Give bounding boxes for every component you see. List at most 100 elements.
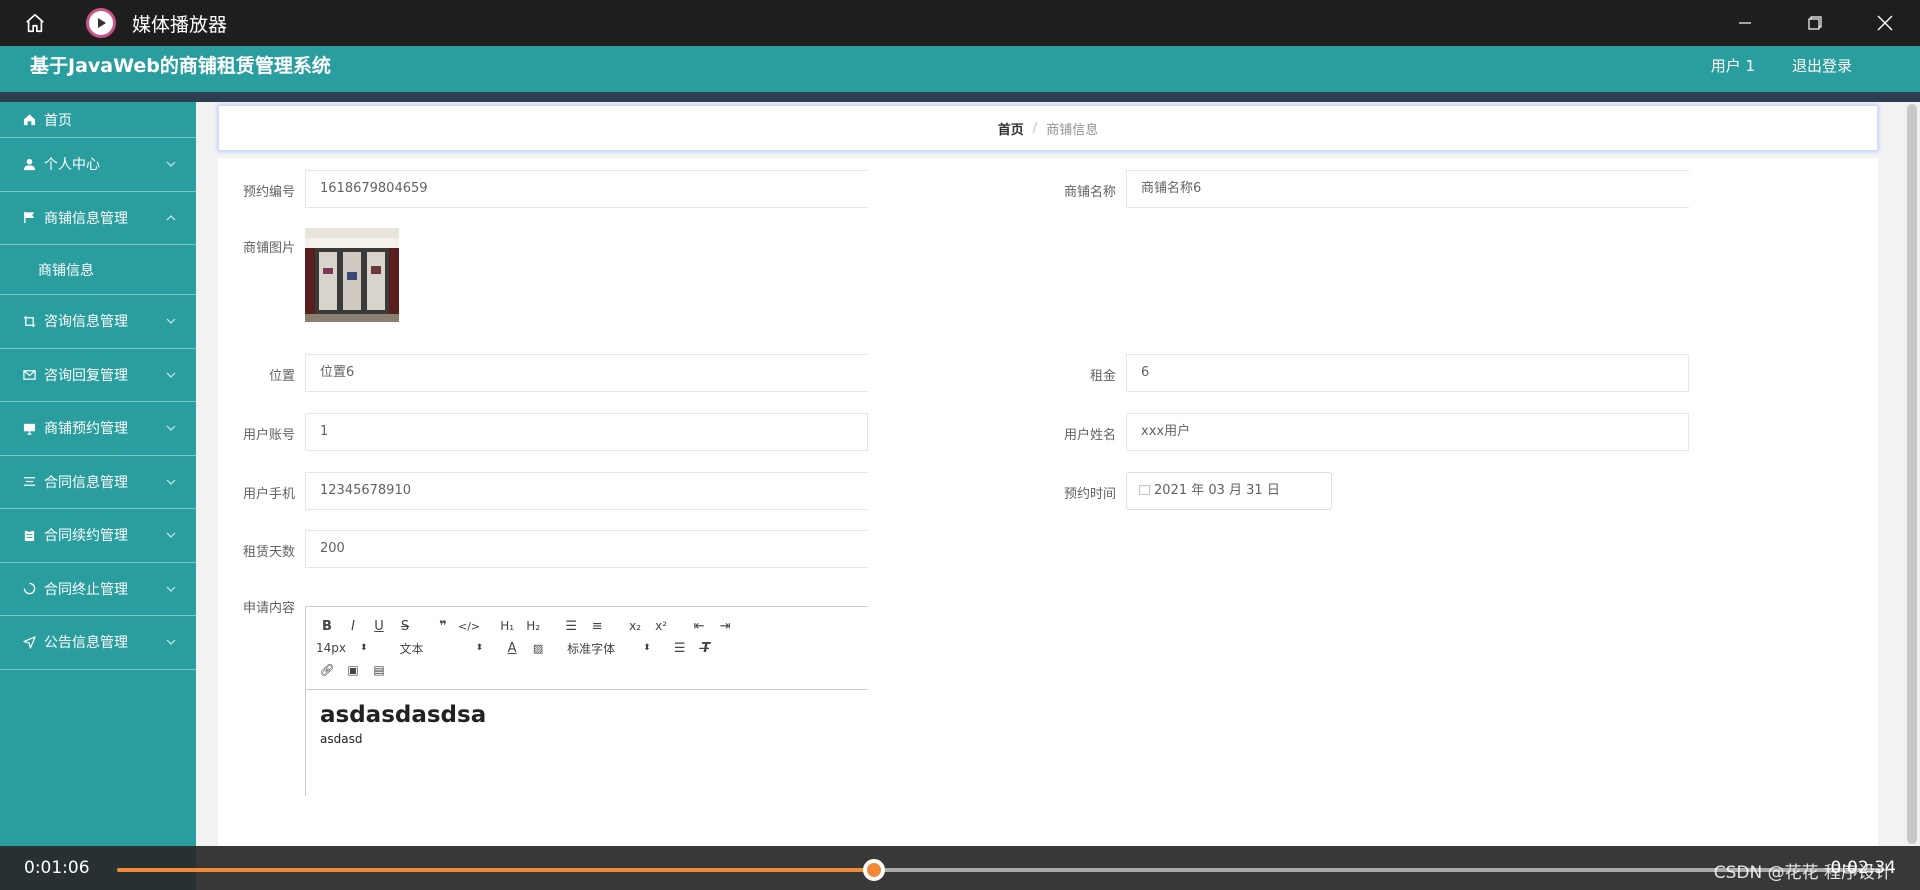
booking-no-field[interactable]: 1618679804659 bbox=[305, 170, 868, 208]
sidebar-subitem-shop-info[interactable]: 商铺信息 bbox=[0, 245, 196, 295]
rent-field[interactable]: 6 bbox=[1126, 354, 1689, 392]
bold-icon[interactable]: B bbox=[316, 619, 338, 634]
seek-bar[interactable] bbox=[117, 859, 1883, 881]
sidebar-item-home[interactable]: 首页 bbox=[0, 102, 196, 138]
heading2-icon[interactable]: H₂ bbox=[522, 619, 544, 633]
account-field[interactable]: 1 bbox=[305, 413, 868, 451]
playback-bar: 0:01:06 0:02:34 bbox=[0, 846, 1920, 890]
close-button[interactable] bbox=[1850, 0, 1920, 46]
list-icon bbox=[22, 475, 36, 489]
username-field[interactable]: xxx用户 bbox=[1126, 413, 1689, 451]
monitor-icon bbox=[22, 421, 36, 435]
shop-name-field[interactable]: 商铺名称6 bbox=[1126, 170, 1689, 208]
location-field[interactable]: 位置6 bbox=[305, 354, 868, 392]
breadcrumb-separator: / bbox=[1032, 120, 1038, 136]
outdent-icon[interactable]: ⇤ bbox=[688, 619, 710, 634]
user-icon bbox=[22, 157, 36, 171]
phone-field[interactable]: 12345678910 bbox=[305, 472, 868, 510]
home-button[interactable] bbox=[0, 0, 70, 46]
page-scrollbar[interactable] bbox=[1904, 102, 1920, 846]
code-icon[interactable]: </> bbox=[458, 620, 480, 633]
shop-image[interactable] bbox=[305, 228, 399, 322]
chevron-down-icon bbox=[166, 372, 176, 378]
paragraph-select[interactable]: 文本 ⬍ bbox=[400, 640, 484, 657]
subscript-icon[interactable]: x₂ bbox=[624, 619, 646, 633]
player-titlebar: 媒体播放器 bbox=[0, 0, 1920, 46]
window-controls bbox=[1710, 0, 1920, 46]
rich-text-editor: B I U S ❞ </> H₁ H₂ ☰ ≡ x₂ x² ⇤ ⇥ 14px ⬍ … bbox=[305, 606, 868, 796]
restore-button[interactable] bbox=[1780, 0, 1850, 46]
logout-link[interactable]: 退出登录 bbox=[1792, 46, 1852, 86]
sidebar-item-announcements[interactable]: 公告信息管理 bbox=[0, 616, 196, 670]
username-label: 用户姓名 bbox=[1063, 428, 1116, 443]
font-family-value: 标准字体 bbox=[567, 641, 616, 656]
superscript-icon[interactable]: x² bbox=[650, 619, 672, 633]
sidebar-item-shop-info[interactable]: 商铺信息管理 bbox=[0, 192, 196, 245]
font-family-select[interactable]: 标准字体 ⬍ bbox=[567, 640, 651, 657]
seek-handle[interactable] bbox=[862, 859, 885, 881]
minimize-button[interactable] bbox=[1710, 0, 1780, 46]
italic-icon[interactable]: I bbox=[342, 619, 364, 634]
minimize-icon bbox=[1739, 22, 1751, 24]
sidebar-item-label: 合同续约管理 bbox=[44, 528, 128, 545]
sidebar-item-contract-renewal[interactable]: 合同续约管理 bbox=[0, 509, 196, 563]
booking-no-label: 预约编号 bbox=[242, 185, 295, 200]
indent-icon[interactable]: ⇥ bbox=[714, 619, 736, 634]
strikethrough-icon[interactable]: S bbox=[394, 619, 416, 634]
player-logo-icon bbox=[86, 8, 116, 38]
booking-time-field[interactable]: 2021 年 03 月 31 日 bbox=[1126, 472, 1332, 510]
sidebar-item-contract-info[interactable]: 合同信息管理 bbox=[0, 456, 196, 509]
blockquote-icon[interactable]: ❞ bbox=[432, 619, 454, 634]
clear-format-icon[interactable]: T̶ bbox=[695, 641, 717, 656]
editor-body[interactable]: asdasdasdsa asdasd bbox=[306, 690, 868, 758]
chevron-down-icon bbox=[166, 425, 176, 432]
current-user: 用户 1 bbox=[1710, 57, 1755, 75]
video-icon[interactable]: ▤ bbox=[368, 663, 390, 677]
rental-days-field[interactable]: 200 bbox=[305, 530, 868, 568]
breadcrumb-home[interactable]: 首页 bbox=[998, 119, 1024, 138]
sidebar-item-consult-info[interactable]: 咨询信息管理 bbox=[0, 295, 196, 349]
restore-icon bbox=[1808, 16, 1822, 30]
sidebar-item-label: 商铺信息管理 bbox=[44, 210, 128, 227]
font-size-select[interactable]: 14px ⬍ bbox=[316, 641, 368, 655]
heading1-icon[interactable]: H₁ bbox=[496, 619, 518, 633]
home-icon bbox=[22, 113, 36, 127]
sidebar-item-label: 咨询回复管理 bbox=[44, 367, 128, 384]
chevron-down-icon bbox=[166, 639, 176, 646]
bullet-list-icon[interactable]: ≡ bbox=[586, 619, 608, 634]
breadcrumb: 首页 / 商铺信息 bbox=[218, 105, 1878, 151]
sidebar-item-consult-reply[interactable]: 咨询回复管理 bbox=[0, 349, 196, 402]
font-color-icon[interactable]: A bbox=[501, 641, 523, 656]
chevron-down-icon bbox=[166, 318, 176, 325]
sidebar-item-label: 合同终止管理 bbox=[44, 581, 128, 598]
font-size-value: 14px bbox=[316, 641, 346, 655]
editor-heading: asdasdasdsa bbox=[320, 702, 487, 728]
scroll-thumb[interactable] bbox=[1907, 104, 1917, 844]
image-icon[interactable]: ▣ bbox=[342, 663, 364, 677]
shop-name-label: 商铺名称 bbox=[1063, 185, 1116, 200]
ordered-list-icon[interactable]: ☰ bbox=[560, 619, 582, 634]
sidebar-item-contract-termination[interactable]: 合同终止管理 bbox=[0, 563, 196, 616]
editor-toolbar: B I U S ❞ </> H₁ H₂ ☰ ≡ x₂ x² ⇤ ⇥ 14px ⬍ … bbox=[306, 607, 868, 690]
application-content-label: 申请内容 bbox=[242, 601, 295, 616]
player-title: 媒体播放器 bbox=[132, 13, 228, 36]
seek-progress bbox=[117, 868, 874, 872]
link-icon[interactable]: 🔗︎ bbox=[316, 663, 338, 677]
background-color-icon[interactable]: ▨ bbox=[527, 642, 549, 655]
breadcrumb-current: 商铺信息 bbox=[1046, 122, 1099, 138]
chevron-down-icon bbox=[166, 532, 176, 539]
sidebar-item-label: 商铺预约管理 bbox=[44, 421, 128, 438]
sidebar-item-label: 咨询信息管理 bbox=[44, 314, 128, 331]
sidebar-item-shop-booking[interactable]: 商铺预约管理 bbox=[0, 402, 196, 456]
sidebar-item-label: 合同信息管理 bbox=[44, 474, 128, 491]
align-icon[interactable]: ☰ bbox=[669, 641, 691, 656]
underline-icon[interactable]: U bbox=[368, 619, 390, 634]
watermark: CSDN @花花 程序设计 bbox=[1713, 863, 1892, 883]
location-label: 位置 bbox=[268, 369, 295, 384]
calendar-icon bbox=[1139, 485, 1150, 495]
mail-icon bbox=[22, 368, 36, 382]
shop-image-label: 商铺图片 bbox=[242, 241, 295, 256]
media-player-window: 媒体播放器 基于JavaWeb的商铺租赁管理系统 用户 1 退出登录 首页 个人… bbox=[0, 0, 1920, 890]
rental-days-label: 租赁天数 bbox=[242, 545, 295, 560]
sidebar-item-profile[interactable]: 个人中心 bbox=[0, 138, 196, 192]
